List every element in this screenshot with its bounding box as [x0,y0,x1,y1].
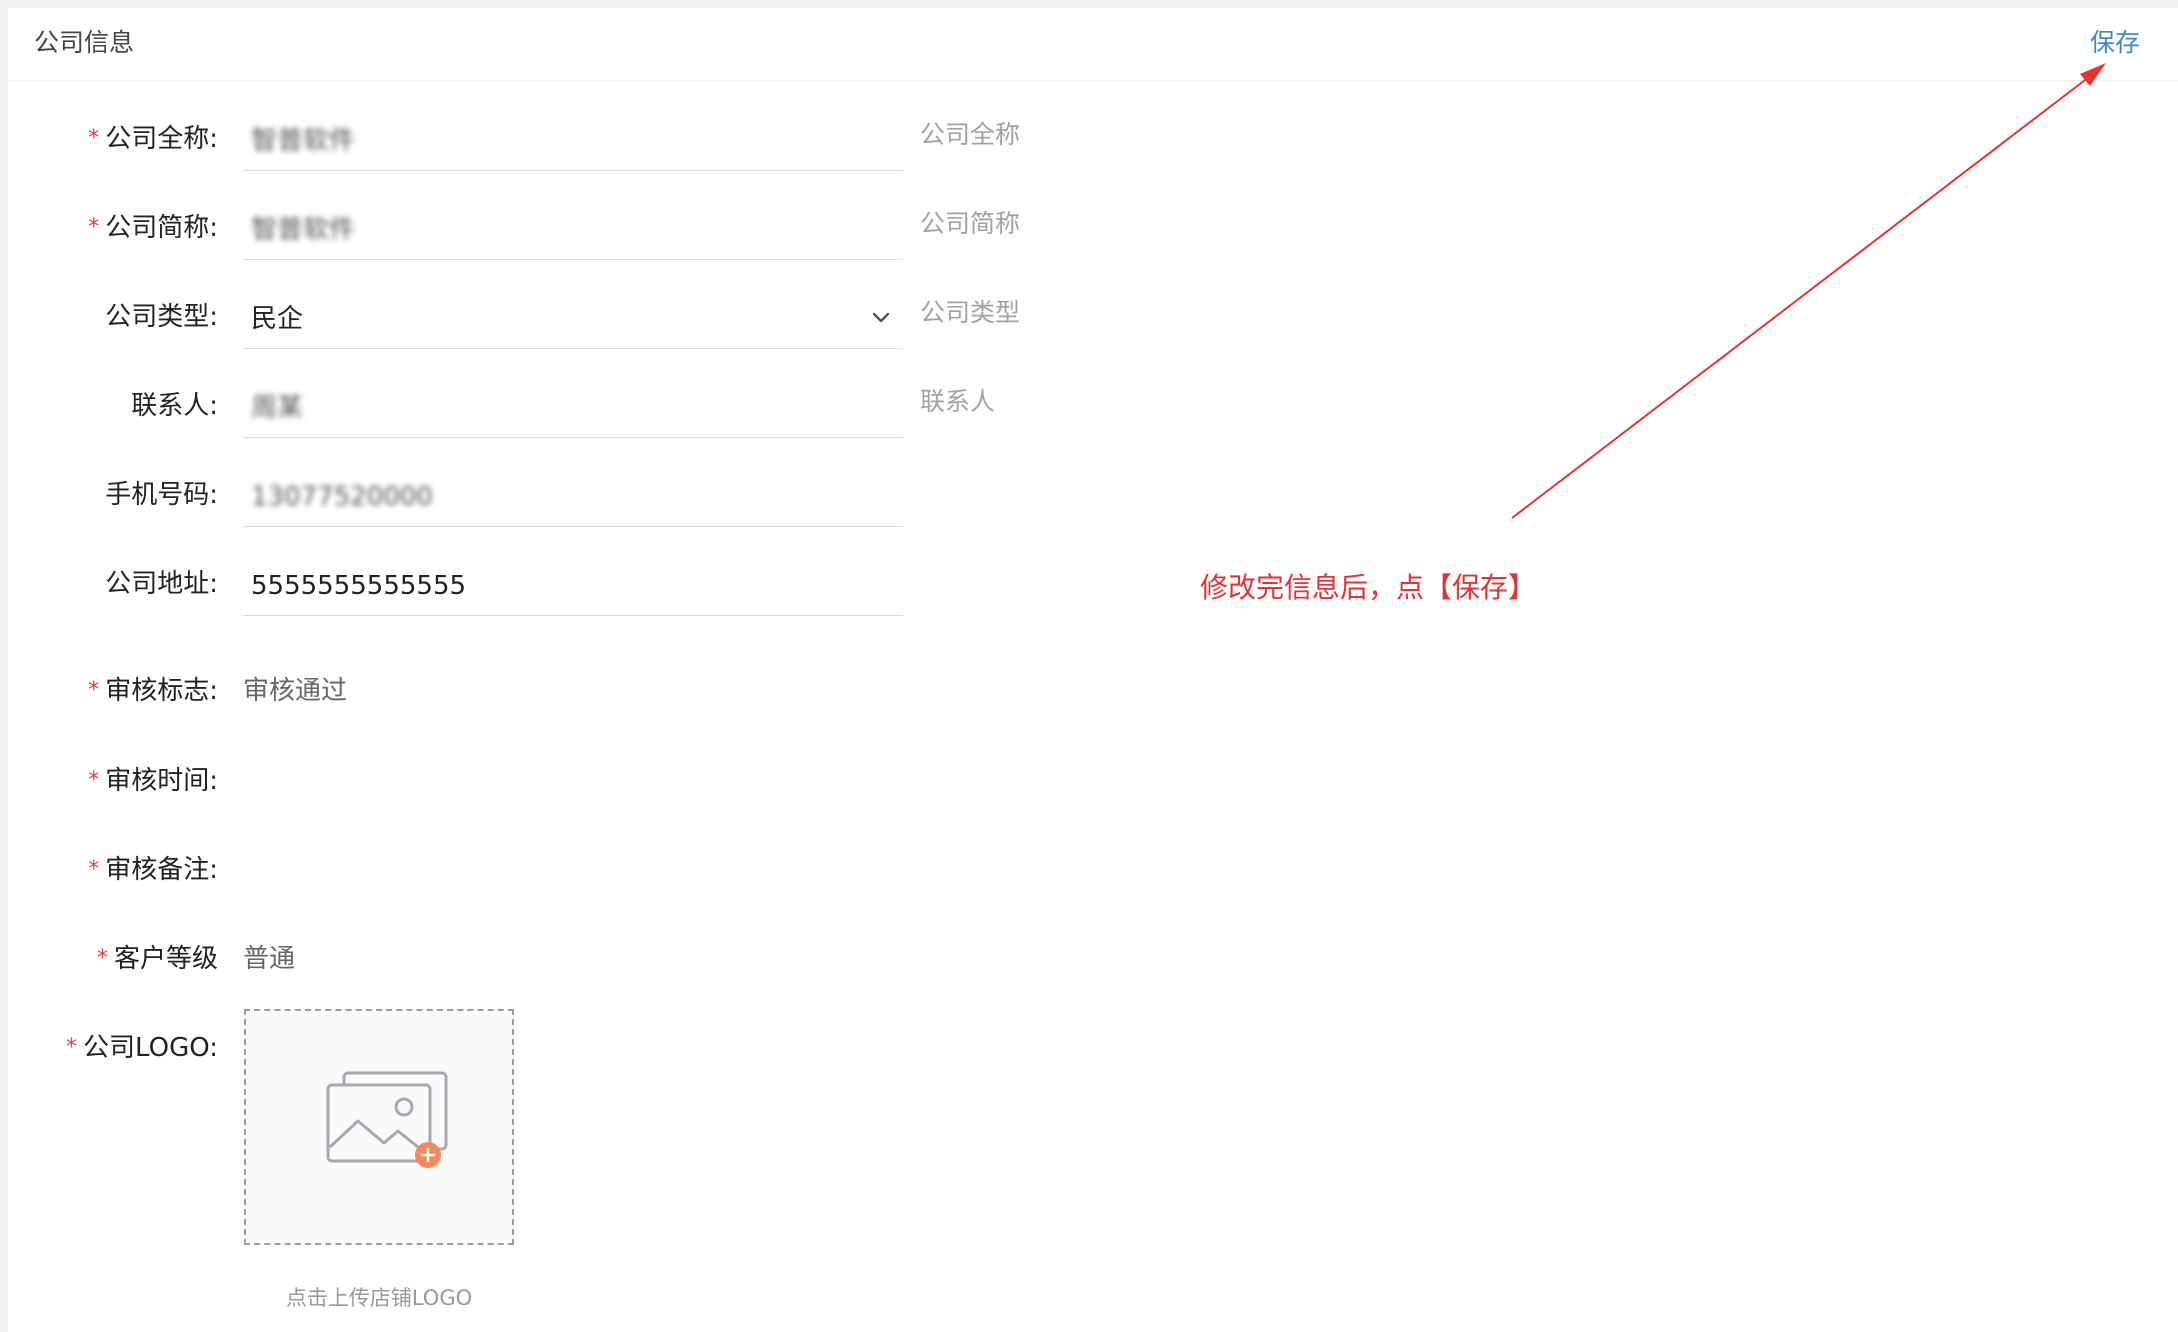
phone-input[interactable]: 13077520000 [243,462,903,527]
address-label: 公司地址: [105,569,218,599]
company-type-label: 公司类型: [105,302,218,332]
company-type-hint: 公司类型 [920,298,1021,327]
short-name-value: 智普软件 [251,215,356,245]
audit-time-label: * 审核时间: [88,766,218,796]
form-row-company-type: 公司类型: 民企 公司类型 [0,284,2178,354]
logo-upload-box[interactable] [244,1009,514,1245]
required-mark: * [88,857,100,882]
page-title: 公司信息 [34,28,135,57]
address-value: 5555555555555 [251,571,467,601]
chevron-down-icon [872,312,890,323]
full-name-label: * 公司全称: [88,124,218,154]
phone-label: 手机号码: [105,480,218,510]
contact-label: 联系人: [131,391,218,421]
full-name-value: 智普软件 [251,126,356,156]
required-mark: * [88,215,100,240]
required-mark: * [88,768,100,793]
company-type-select[interactable]: 民企 [243,284,903,349]
save-button[interactable]: 保存 [2090,30,2140,55]
required-mark: * [66,1035,78,1060]
page-header: 公司信息 保存 [8,8,2178,81]
logo-label: * 公司LOGO: [66,1033,218,1063]
full-name-hint: 公司全称 [920,120,1021,149]
contact-value: 周某 [251,393,304,423]
form-row-address: 公司地址: 5555555555555 [0,551,2178,621]
address-input[interactable]: 5555555555555 [243,551,903,616]
customer-level-value: 普通 [243,944,296,974]
phone-value: 13077520000 [251,482,433,512]
short-name-input[interactable]: 智普软件 [243,195,903,260]
required-mark: * [88,678,100,703]
form-row-full-name: * 公司全称: 智普软件 公司全称 [0,106,2178,176]
form-row-audit-remark: * 审核备注: [0,837,2178,907]
short-name-label: * 公司简称: [88,213,218,243]
audit-remark-label: * 审核备注: [88,855,218,885]
required-mark: * [88,126,100,151]
logo-upload-caption: 点击上传店铺LOGO [285,1286,473,1310]
short-name-hint: 公司简称 [920,209,1021,238]
form-row-audit-flag: * 审核标志: 审核通过 [0,658,2178,728]
image-add-icon [326,1071,448,1168]
contact-hint: 联系人 [920,387,996,416]
form-row-audit-time: * 审核时间: [0,748,2178,818]
form-row-short-name: * 公司简称: 智普软件 公司简称 [0,195,2178,265]
contact-input[interactable]: 周某 [243,373,903,438]
customer-level-label: * 客户等级 [96,944,218,974]
full-name-input[interactable]: 智普软件 [243,106,903,171]
audit-flag-label: * 审核标志: [88,676,218,706]
audit-flag-value: 审核通过 [243,676,348,706]
required-mark: * [96,946,108,971]
annotation-text: 修改完信息后，点【保存】 [1200,571,1537,604]
form-row-customer-level: * 客户等级 普通 [0,926,2178,996]
form-row-phone: 手机号码: 13077520000 [0,462,2178,532]
company-type-value: 民企 [251,304,304,334]
form-row-contact: 联系人: 周某 联系人 [0,373,2178,443]
